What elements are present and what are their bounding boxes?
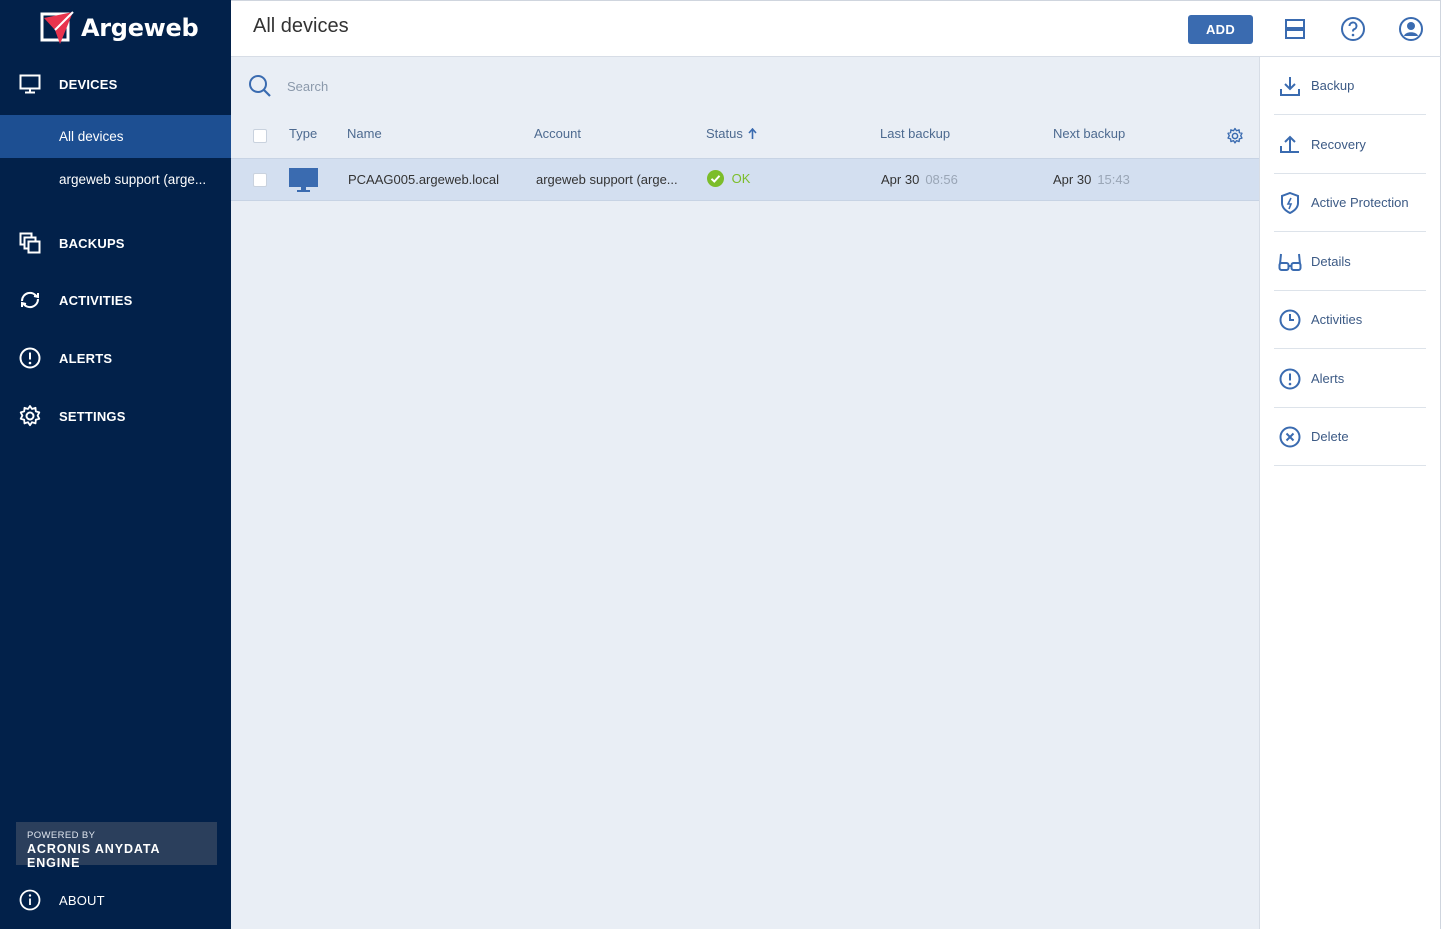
search-input[interactable]: [287, 75, 587, 97]
action-details[interactable]: Details: [1274, 233, 1426, 291]
last-backup-date: Apr 30: [881, 172, 920, 187]
shield-icon: [1278, 191, 1302, 215]
sidebar: Argeweb DEVICES All devices argeweb supp…: [0, 0, 231, 929]
action-recovery-label: Recovery: [1311, 137, 1366, 152]
nav-activities-label: ACTIVITIES: [59, 292, 133, 308]
action-backup-label: Backup: [1311, 78, 1355, 93]
action-active-protection-label: Active Protection: [1311, 195, 1409, 210]
view-toggle-icon[interactable]: [1282, 16, 1308, 42]
action-details-label: Details: [1311, 254, 1351, 269]
column-header-name[interactable]: Name: [347, 126, 382, 141]
nav-backups-label: BACKUPS: [59, 235, 125, 251]
backup-icon: [1278, 74, 1302, 98]
action-recovery[interactable]: Recovery: [1274, 116, 1426, 174]
nav-backups[interactable]: BACKUPS: [0, 223, 231, 263]
last-backup: Apr 30 08:56: [881, 172, 958, 187]
nav-activities[interactable]: ACTIVITIES: [0, 280, 231, 320]
select-all-checkbox[interactable]: [253, 129, 267, 143]
brand-logo[interactable]: Argeweb: [40, 8, 199, 48]
powered-by-line1: POWERED BY: [27, 830, 96, 841]
main-content: Type Name Account Status Last backup Nex…: [231, 57, 1259, 929]
action-delete-label: Delete: [1311, 429, 1349, 444]
action-active-protection[interactable]: Active Protection: [1274, 174, 1426, 232]
page-title: All devices: [253, 15, 349, 37]
next-backup: Apr 30 15:43: [1053, 172, 1130, 187]
activities-icon: [18, 288, 42, 312]
monitor-icon: [18, 72, 42, 96]
device-status: OK: [707, 170, 750, 187]
powered-by-line2: ACRONIS ANYDATA ENGINE: [27, 842, 160, 870]
action-alerts[interactable]: Alerts: [1274, 350, 1426, 408]
sidebar-item-account[interactable]: argeweb support (arge...: [0, 158, 231, 201]
column-header-type[interactable]: Type: [289, 126, 317, 141]
next-backup-date: Apr 30: [1053, 172, 1092, 187]
device-name[interactable]: PCAAG005.argeweb.local: [348, 172, 499, 187]
nav-about-label: ABOUT: [59, 892, 105, 908]
clock-icon: [1278, 308, 1302, 332]
search-icon[interactable]: [248, 74, 272, 98]
nav-about[interactable]: ABOUT: [0, 880, 231, 920]
info-icon: [18, 888, 42, 912]
argeweb-logo-icon: [40, 11, 74, 44]
help-icon[interactable]: [1340, 16, 1366, 42]
action-alerts-label: Alerts: [1311, 371, 1345, 386]
user-icon[interactable]: [1398, 16, 1424, 42]
nav-devices-label: DEVICES: [59, 76, 118, 92]
next-backup-time: 15:43: [1097, 172, 1130, 187]
nav-devices[interactable]: DEVICES: [0, 64, 231, 104]
delete-icon: [1278, 425, 1302, 449]
column-header-status-label: Status: [706, 126, 743, 141]
column-header-last-backup[interactable]: Last backup: [880, 126, 950, 141]
status-ok-icon: [707, 170, 724, 187]
add-button[interactable]: ADD: [1188, 15, 1253, 44]
action-activities-label: Activities: [1311, 312, 1363, 327]
column-header-next-backup[interactable]: Next backup: [1053, 126, 1125, 141]
sort-ascending-icon: [748, 127, 758, 139]
last-backup-time: 08:56: [925, 172, 958, 187]
alert-icon: [18, 346, 42, 370]
gear-icon: [18, 404, 42, 428]
nav-alerts[interactable]: ALERTS: [0, 338, 231, 378]
backups-icon: [18, 231, 42, 255]
alert-icon: [1278, 367, 1302, 391]
column-settings-gear-icon[interactable]: [1226, 127, 1244, 145]
status-text: OK: [731, 171, 751, 186]
desktop-icon: [289, 168, 318, 199]
nav-settings-label: SETTINGS: [59, 408, 126, 424]
column-header-account[interactable]: Account: [534, 126, 581, 141]
column-header-status[interactable]: Status: [706, 126, 758, 141]
recovery-icon: [1278, 133, 1302, 157]
sidebar-item-all-devices[interactable]: All devices: [0, 115, 231, 158]
action-backup[interactable]: Backup: [1274, 57, 1426, 115]
nav-alerts-label: ALERTS: [59, 350, 113, 366]
action-activities[interactable]: Activities: [1274, 291, 1426, 349]
nav-settings[interactable]: SETTINGS: [0, 396, 231, 436]
row-checkbox[interactable]: [253, 173, 267, 187]
device-account: argeweb support (arge...: [536, 172, 678, 187]
action-delete[interactable]: Delete: [1274, 408, 1426, 466]
glasses-icon: [1278, 250, 1302, 274]
actions-panel: Backup Recovery Active Protection Detail…: [1259, 57, 1441, 929]
powered-by-badge: POWERED BY ACRONIS ANYDATA ENGINE: [16, 822, 217, 870]
header: All devices ADD: [231, 0, 1441, 57]
brand-name: Argeweb: [81, 14, 199, 42]
table-row[interactable]: PCAAG005.argeweb.local argeweb support (…: [231, 158, 1259, 201]
